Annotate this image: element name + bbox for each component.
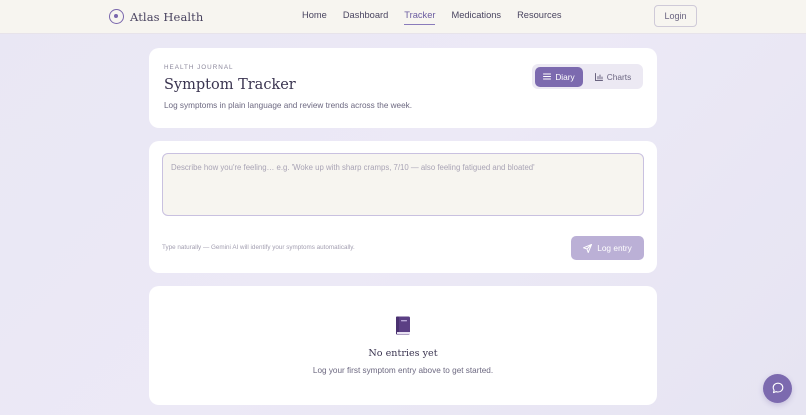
chat-button[interactable]	[763, 374, 792, 403]
header-card: HEALTH JOURNAL Symptom Tracker Log sympt…	[149, 48, 657, 128]
nav-links: Home Dashboard Tracker Medications Resou…	[302, 10, 578, 25]
brand[interactable]: Atlas Health	[109, 9, 203, 24]
page-subtitle: Log symptoms in plain language and revie…	[164, 101, 413, 110]
charts-tab-label: Charts	[606, 71, 632, 82]
list-icon	[543, 73, 552, 80]
diary-tab[interactable]: Diary	[535, 66, 583, 87]
bar-chart-icon	[594, 72, 603, 81]
diary-tab-label: Diary	[555, 71, 575, 82]
empty-state-title: No entries yet	[368, 348, 438, 359]
log-entry-button[interactable]: Log entry	[571, 236, 644, 260]
brand-name: Atlas Health	[130, 9, 204, 24]
entries-card: No entries yet Log your first symptom en…	[149, 286, 657, 405]
symptom-entry-input[interactable]	[162, 153, 644, 216]
chat-bubble-icon	[772, 379, 784, 398]
charts-tab[interactable]: Charts	[587, 67, 639, 87]
nav-link-dashboard[interactable]: Dashboard	[343, 10, 388, 25]
nav-link-tracker[interactable]: Tracker	[404, 10, 436, 25]
nav-link-medications[interactable]: Medications	[451, 10, 501, 25]
section-eyebrow: HEALTH JOURNAL	[164, 64, 234, 71]
log-entry-label: Log entry	[597, 243, 632, 253]
atlas-logo-icon	[109, 9, 124, 24]
book-icon	[395, 316, 411, 339]
entry-card: Type naturally — Gemini AI will identify…	[149, 141, 657, 273]
nav-link-home[interactable]: Home	[302, 10, 327, 25]
top-nav: Atlas Health Home Dashboard Tracker Medi…	[0, 0, 806, 34]
send-icon	[583, 243, 593, 253]
nav-link-resources[interactable]: Resources	[517, 10, 561, 25]
empty-state-subtitle: Log your first symptom entry above to ge…	[312, 366, 494, 375]
page-title: Symptom Tracker	[164, 77, 296, 93]
login-button[interactable]: Login	[654, 5, 697, 27]
entry-hint: Type naturally — Gemini AI will identify…	[162, 244, 355, 251]
view-toggle: Diary Charts	[532, 64, 643, 89]
